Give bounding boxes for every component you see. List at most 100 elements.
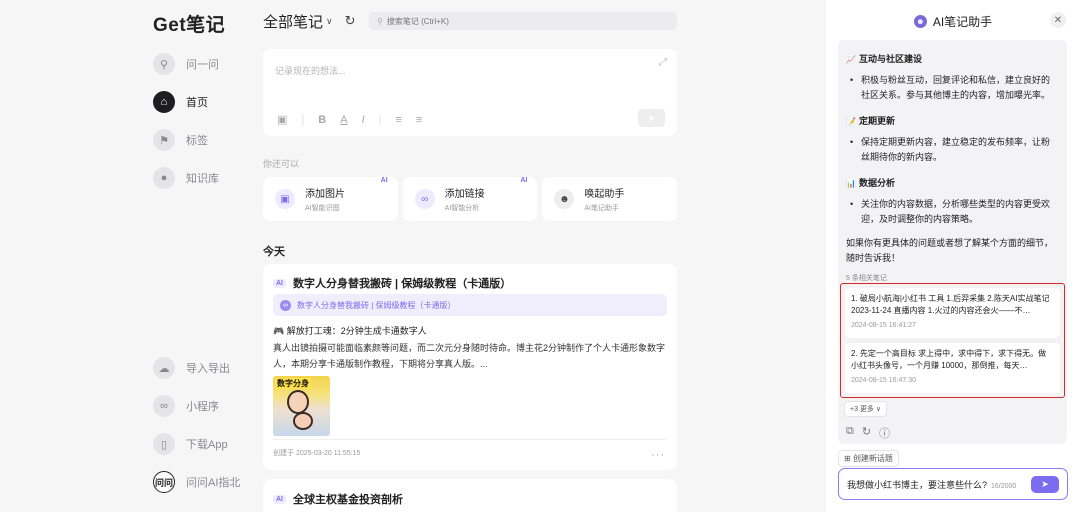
ai-tag: AI [273,278,286,288]
sidebar-item-ask[interactable]: ⚲ 问一问 [153,52,219,76]
note-title-text: 全球主权基金投资剖析 [293,494,403,506]
home-icon: ⌂ [153,91,175,113]
search-icon: ⚲ [377,16,383,26]
text-color-icon[interactable]: A [340,114,347,126]
regenerate-icon[interactable]: ↻ [862,425,871,441]
note-thumbnail[interactable]: 数字分身 [273,376,330,436]
section-heading: 📝 定期更新 [846,116,895,126]
suggestions-hint: 你还可以 [263,159,300,169]
chat-input[interactable]: 我想做小红书博主，要注意些什么? 16/2000 ➤ [838,468,1068,500]
show-more-button[interactable]: +3 更多 ∨ [844,401,887,417]
note-source-link[interactable]: ∞ 数字人分身替我搬砖 | 保姆级教程（卡通版） [273,294,667,316]
tag-icon: ⚑ [153,129,175,151]
add-link-button[interactable]: AI ∞ 添加链接 AI智能分析 [402,177,538,221]
note-card[interactable]: AI 数字人分身替我搬砖 | 保姆级教程（卡通版） ∞ 数字人分身替我搬砖 | … [263,264,677,470]
related-notes-count: 5 条相关笔记 [846,275,887,282]
open-assistant-button[interactable]: ☻ 唤起助手 AI笔记助手 [542,177,678,221]
sidebar-item-label: 问一问 [186,59,219,71]
link-text: 数字人分身替我搬砖 | 保姆级教程（卡通版） [297,300,456,310]
cloud-icon: ☁ [153,357,175,379]
sidebar-item-guide[interactable]: 问问 问问AI指北 [153,470,240,494]
section-heading: 📊 数据分析 [846,178,895,188]
toolbar-divider: | [378,113,382,126]
sidebar-item-label: 下载App [186,439,228,451]
chart-icon: 📈 [846,55,856,64]
thumbnail-caption: 数字分身 [275,378,311,389]
search-bar[interactable]: ⚲ [369,12,677,30]
note-card[interactable]: AI 全球主权基金投资剖析 [263,479,677,512]
note-title-text: 数字人分身替我搬砖 | 保姆级教程（卡通版） [293,278,512,290]
section-heading-today: 今天 [263,246,285,258]
action-title: 添加链接 [444,189,485,200]
bold-icon[interactable]: B [318,114,326,126]
bar-chart-icon: 📊 [846,179,856,188]
related-note[interactable]: 2. 先定一个高目标 求上得中，求中得下，求下得无。做小红书头像号，一个月赚 1… [845,343,1060,393]
expand-icon[interactable]: ⤢ [659,57,667,68]
refresh-icon[interactable]: ↻ [345,13,356,29]
sidebar-item-label: 首页 [186,97,208,109]
sidebar-item-tags[interactable]: ⚑ 标签 [153,128,208,152]
note-created-time: 创建于 2025-03-20 11:55:15 [273,450,361,457]
sidebar-item-download[interactable]: ▯ 下载App [153,432,228,456]
memo-icon: 📝 [846,117,856,126]
cartoon-face [293,412,313,430]
related-note-time: 2024-08-15 16:41:27 [851,322,916,329]
knowledge-icon: ● [153,167,175,189]
sidebar-item-miniapp[interactable]: ∞ 小程序 [153,394,219,418]
link-icon: ∞ [414,189,435,209]
bot-icon: ☻ [554,189,575,209]
bullet-list-icon[interactable]: ≡ [416,114,422,126]
note-body: 真人出镜拍摄可能面临素颜等问题，而二次元分身随时待命。博主花2分钟制作了个人卡通… [273,343,666,369]
related-note-time: 2024-08-15 16:47:30 [851,377,916,384]
topbar: 全部笔记 ∨ ↻ ⚲ [263,11,677,31]
note-title: AI 全球主权基金投资剖析 [273,491,403,507]
related-note[interactable]: 1. 破局小航海|小红书 工具 1.后羿采集 2.陈天AI实战笔记 2023-1… [845,288,1060,338]
chevron-down-icon[interactable]: ∨ [326,16,333,27]
suggestion-actions: AI ▣ 添加图片 AI智能识图 AI ∞ 添加链接 AI智能分析 ☻ 唤起助手… [263,177,678,221]
section-heading: 📈 互动与社区建设 [846,54,922,64]
close-button[interactable]: ✕ [1050,12,1066,28]
new-topic-label: 创建新话题 [852,454,893,463]
send-button[interactable]: ➤ [638,109,665,127]
related-notes-highlight: 1. 破局小航海|小红书 工具 1.后羿采集 2.陈天AI实战笔记 2023-1… [840,283,1065,398]
related-note-text: 2. 先定一个高目标 求上得中，求中得下，求下得无。做小红书头像号，一个月赚 1… [851,349,1047,370]
message-toolbar: ⧉ ↻ ⓘ [846,425,890,441]
miniapp-icon: ∞ [153,395,175,417]
sidebar-item-label: 标签 [186,135,208,147]
italic-icon[interactable]: I [362,114,365,126]
note-editor[interactable]: 记录现在的想法... ⤢ ▣ | B A I | ≡ ≡ ➤ [263,49,677,136]
ai-badge: AI [520,177,528,184]
sidebar-item-label: 导入导出 [186,363,230,375]
action-title: 唤起助手 [584,189,625,200]
sidebar-item-home[interactable]: ⌂ 首页 [153,90,208,114]
bullet-text: 积极与粉丝互动，回复评论和私信，建立良好的社区关系。参与其他博主的内容，增加曝光… [850,73,1057,103]
ordered-list-icon[interactable]: ≡ [395,114,401,126]
chat-message: 📈互动与社区建设 积极与粉丝互动，回复评论和私信，建立良好的社区关系。参与其他博… [838,40,1067,444]
action-subtitle: AI笔记助手 [584,205,619,212]
new-topic-button[interactable]: ⊞ 创建新话题 [838,450,899,467]
editor-toolbar: ▣ | B A I | ≡ ≡ [277,113,422,127]
copy-icon[interactable]: ⧉ [846,425,854,441]
cartoon-face [287,390,309,414]
note-title: AI 数字人分身替我搬砖 | 保姆级教程（卡通版） [273,275,511,291]
sidebar-item-import-export[interactable]: ☁ 导入导出 [153,356,230,380]
closing-text: 如果你有更具体的问题或者想了解某个方面的细节，随时告诉我！ [846,238,1054,263]
more-options-icon[interactable]: ··· [651,449,665,461]
add-image-button[interactable]: AI ▣ 添加图片 AI智能识图 [263,177,398,221]
action-subtitle: AI智能识图 [305,205,340,212]
sidebar-item-knowledge[interactable]: ● 知识库 [153,166,219,190]
divider [273,439,667,440]
app-logo[interactable]: Get笔记 [153,10,225,37]
ai-tag: AI [273,494,286,504]
editor-placeholder[interactable]: 记录现在的想法... [275,64,346,77]
wenwen-icon: 问问 [153,471,175,493]
image-icon[interactable]: ▣ [277,113,287,126]
info-icon[interactable]: ⓘ [879,425,890,441]
search-input[interactable] [386,16,587,26]
send-button[interactable]: ➤ [1031,476,1059,493]
phone-icon: ▯ [153,433,175,455]
chat-input-text[interactable]: 我想做小红书博主，要注意些什么? [847,478,987,491]
page-title[interactable]: 全部笔记 [263,11,323,32]
ai-badge: AI [380,177,388,184]
action-subtitle: AI智能分析 [444,205,480,212]
